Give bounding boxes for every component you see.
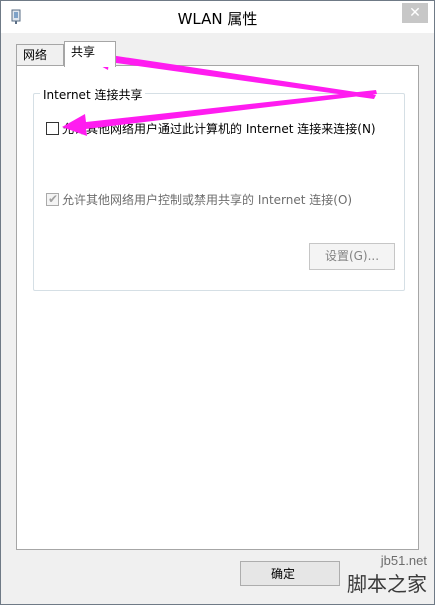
close-button[interactable]: ✕ (402, 3, 428, 23)
site-watermark: jb51.net 脚本之家 (347, 553, 427, 597)
settings-button: 设置(G)... (309, 243, 395, 270)
tab-sharing[interactable]: 共享 (64, 41, 116, 67)
window-title: WLAN 属性 (177, 10, 258, 28)
title-bar: WLAN 属性 ✕ (1, 1, 434, 33)
allow-share-label[interactable]: 允许其他网络用户通过此计算机的 Internet 连接来连接(N) (62, 122, 376, 136)
sharing-tab-panel: Internet 连接共享 允许其他网络用户通过此计算机的 Internet 连… (16, 65, 419, 550)
allow-share-checkbox[interactable] (46, 122, 59, 135)
allow-share-row[interactable]: 允许其他网络用户通过此计算机的 Internet 连接来连接(N) (46, 121, 376, 137)
checkmark-icon: ✔ (48, 192, 59, 206)
allow-control-checkbox: ✔ (46, 192, 59, 206)
allow-control-label: 允许其他网络用户控制或禁用共享的 Internet 连接(O) (62, 193, 353, 207)
wlan-properties-window: WLAN 属性 ✕ 网络 共享 Internet 连接共享 允许其他网络用户通过… (0, 0, 435, 605)
tab-network[interactable]: 网络 (16, 44, 64, 66)
watermark-name: 脚本之家 (347, 572, 427, 596)
allow-control-row: ✔ 允许其他网络用户控制或禁用共享的 Internet 连接(O) (46, 192, 352, 208)
ok-button[interactable]: 确定 (240, 561, 340, 586)
group-title: Internet 连接共享 (40, 86, 146, 103)
internet-connection-sharing-group: Internet 连接共享 允许其他网络用户通过此计算机的 Internet 连… (33, 86, 405, 291)
watermark-url: jb51.net (380, 553, 427, 568)
